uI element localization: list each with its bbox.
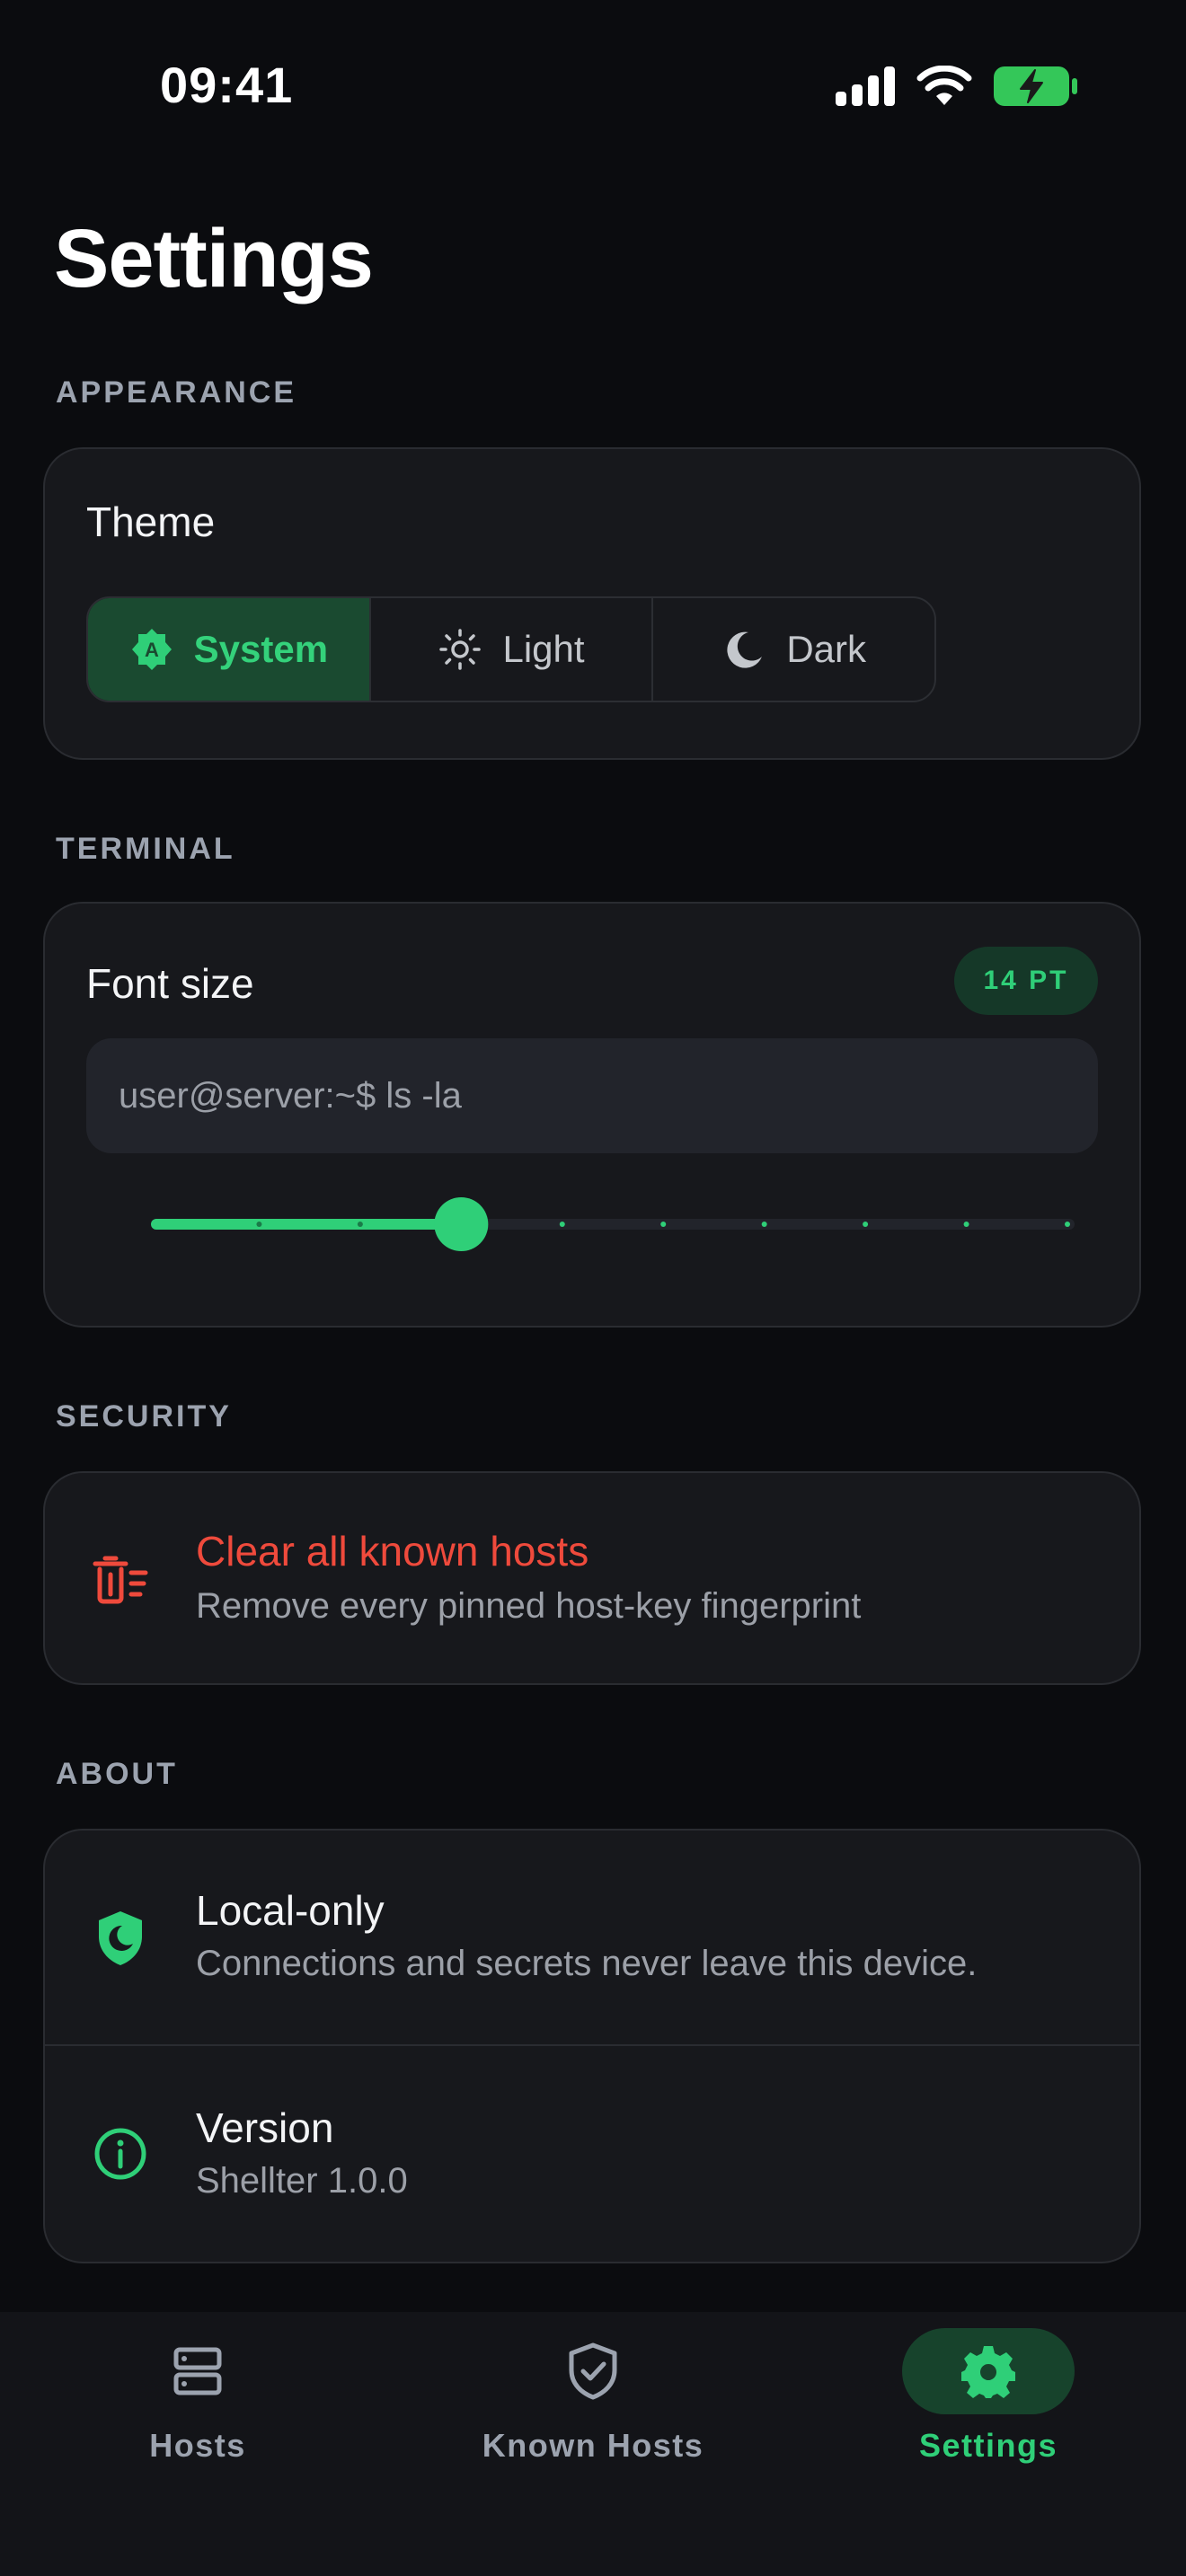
font-size-title: Font size [86,960,254,1007]
theme-title: Theme [86,498,216,545]
sun-icon [439,629,482,670]
local-only-title: Local-only [196,1887,385,1934]
clear-known-hosts-title: Clear all known hosts [196,1528,589,1575]
font-size-badge: 14 PT [954,947,1098,1015]
shield-moon-icon [92,1910,149,1967]
slider-tick [761,1222,767,1227]
terminal-card: Font size 14 PT user@server:~$ ls -la [43,902,1141,1328]
clear-known-hosts-button[interactable]: Clear all known hosts Remove every pinne… [43,1471,1141,1685]
status-bar: 09:41 [0,0,1186,171]
theme-option-light-label: Light [502,628,585,670]
slider-tick [660,1222,667,1227]
slider-tick [863,1222,869,1227]
svg-text:A: A [145,639,159,661]
theme-option-light[interactable]: Light [368,598,652,701]
version-subtitle: Shellter 1.0.0 [196,2161,408,2201]
about-card: Local-only Connections and secrets never… [43,1829,1141,2263]
theme-option-dark[interactable]: Dark [651,598,934,701]
battery-charging-icon [994,66,1077,106]
page-title: Settings [54,213,374,304]
theme-segmented-control: A System Light Dark [86,596,936,702]
local-only-subtitle: Connections and secrets never leave this… [196,1944,978,1983]
theme-option-dark-label: Dark [786,628,867,670]
clear-known-hosts-subtitle: Remove every pinned host-key fingerprint [196,1586,862,1626]
signal-icon [836,66,895,106]
terminal-preview: user@server:~$ ls -la [86,1038,1098,1153]
terminal-preview-text: user@server:~$ ls -la [119,1075,462,1116]
slider-tick [1065,1222,1070,1227]
slider-tick [357,1222,363,1227]
info-icon [92,2125,149,2183]
section-label-about: ABOUT [56,1757,178,1791]
status-time: 09:41 [160,57,294,113]
moon-icon [727,631,763,668]
tab-known-hosts[interactable]: Known Hosts [395,2312,791,2492]
theme-option-system-label: System [193,628,329,670]
slider-tick [256,1222,262,1227]
slider-tick [963,1222,969,1227]
font-size-slider[interactable] [151,1195,1075,1253]
appearance-card: Theme A System Light Dark [43,447,1141,760]
status-icons [836,65,1078,108]
tab-hosts[interactable]: Hosts [0,2312,395,2492]
slider-tick [559,1222,565,1227]
tab-hosts-label: Hosts [149,2427,246,2464]
wifi-icon [916,66,972,105]
shield-check-icon [569,2342,617,2400]
about-divider [45,2044,1139,2046]
tab-bar: Hosts Known Hosts Settings [0,2312,1186,2576]
auto-theme-icon: A [131,629,172,670]
theme-option-system[interactable]: A System [88,598,369,701]
gear-icon [961,2346,1015,2398]
section-label-terminal: TERMINAL [56,832,235,866]
version-title: Version [196,2104,334,2151]
section-label-appearance: APPEARANCE [56,375,297,410]
slider-fill [151,1219,462,1230]
section-label-security: SECURITY [56,1399,232,1434]
trash-clear-icon [92,1551,149,1609]
tab-settings[interactable]: Settings [791,2312,1186,2492]
slider-thumb[interactable] [434,1197,489,1251]
server-icon [173,2347,222,2395]
tab-known-hosts-label: Known Hosts [482,2427,704,2464]
tab-settings-label: Settings [918,2427,1058,2464]
